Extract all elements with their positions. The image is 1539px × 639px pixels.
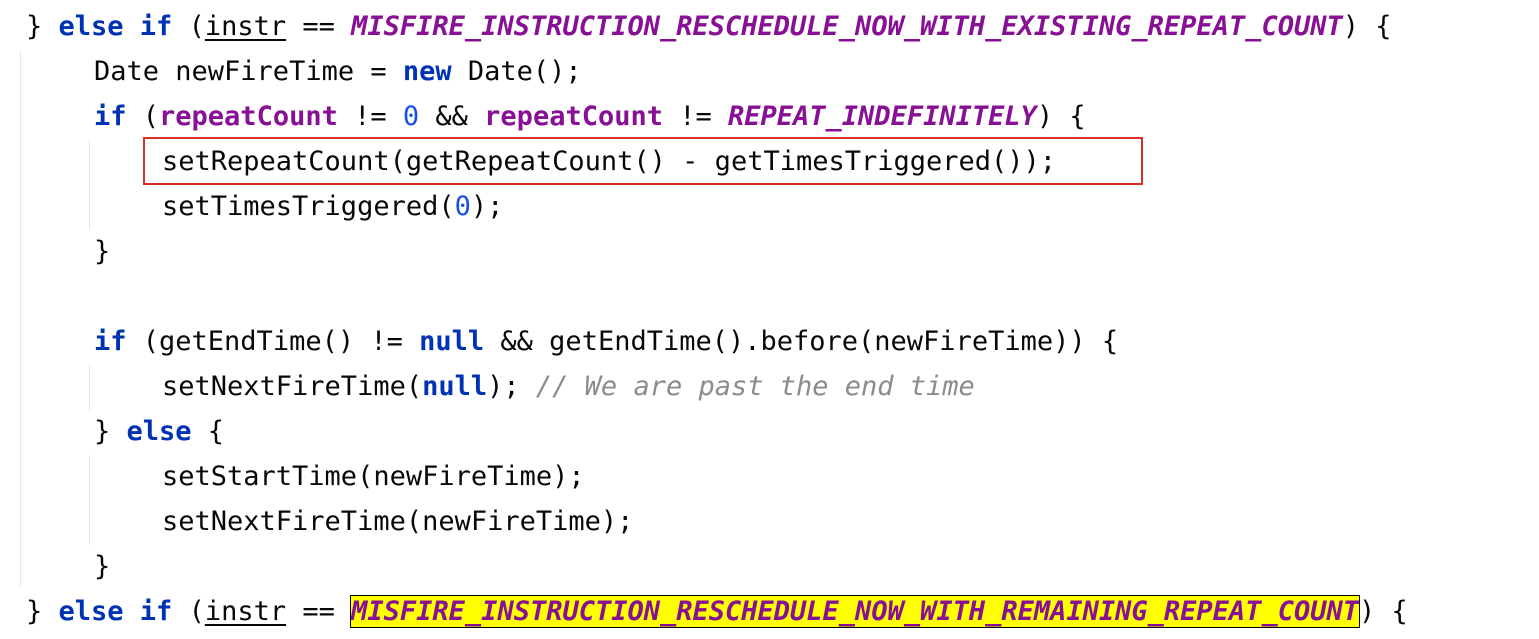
code-field: repeatCount — [159, 101, 338, 132]
code-variable: instr — [204, 11, 287, 42]
indent-guide — [20, 50, 21, 587]
code-token: setNextFireTime( — [162, 371, 423, 402]
code-field: repeatCount — [484, 101, 663, 132]
code-token: ) { — [1036, 101, 1086, 132]
code-token: } — [26, 596, 59, 627]
indent-guide — [89, 140, 90, 230]
code-token: == — [286, 11, 352, 42]
code-line[interactable]: setTimesTriggered(0); — [162, 184, 503, 229]
code-token: setNextFireTime(newFireTime); — [162, 506, 634, 537]
code-keyword: if — [94, 101, 127, 132]
code-token: } — [26, 11, 59, 42]
code-token: { — [191, 416, 225, 447]
code-line[interactable]: } else { — [94, 409, 224, 454]
code-token: Date newFireTime = — [94, 56, 403, 87]
code-token: ( — [172, 596, 205, 627]
code-keyword: null — [422, 371, 488, 402]
code-token: != — [337, 101, 403, 132]
code-token: ( — [172, 11, 205, 42]
code-keyword: else if — [58, 11, 173, 42]
code-token: (getEndTime() != — [126, 326, 420, 357]
code-keyword: else if — [58, 596, 173, 627]
code-token: setTimesTriggered( — [162, 191, 455, 222]
annotation-box — [143, 137, 1143, 185]
code-line[interactable]: if (repeatCount != 0 && repeatCount != R… — [94, 94, 1086, 139]
code-line[interactable]: Date newFireTime = new Date(); — [94, 49, 582, 94]
code-line[interactable]: } else if (instr == MISFIRE_INSTRUCTION_… — [26, 4, 1392, 49]
code-variable: instr — [204, 596, 287, 627]
indent-guide — [89, 455, 90, 545]
code-token: && getEndTime().before(newFireTime)) { — [484, 326, 1119, 357]
code-token: ); — [470, 191, 504, 222]
code-token: ); — [487, 371, 536, 402]
code-line[interactable]: } else if (instr == MISFIRE_INSTRUCTION_… — [26, 589, 1408, 634]
code-line[interactable]: } — [94, 544, 110, 589]
code-line[interactable]: setStartTime(newFireTime); — [162, 454, 585, 499]
code-keyword: else — [126, 416, 192, 447]
code-line[interactable]: setNextFireTime(null); // We are past th… — [162, 364, 975, 409]
code-line[interactable]: } — [94, 229, 110, 274]
search-highlight: MISFIRE_INSTRUCTION_RESCHEDULE_NOW_WITH_… — [350, 595, 1360, 628]
code-token: } — [94, 236, 111, 267]
code-line[interactable]: if (getEndTime() != null && getEndTime()… — [94, 319, 1118, 364]
code-number: 0 — [454, 191, 471, 222]
code-token: setStartTime(newFireTime); — [162, 461, 585, 492]
code-token: && — [419, 101, 485, 132]
code-constant: MISFIRE_INSTRUCTION_RESCHEDULE_NOW_WITH_… — [351, 11, 1343, 42]
code-constant: REPEAT_INDEFINITELY — [728, 101, 1037, 132]
code-token: } — [94, 551, 111, 582]
code-comment: // We are past the end time — [535, 371, 975, 402]
code-number: 0 — [402, 101, 420, 132]
code-line[interactable]: setNextFireTime(newFireTime); — [162, 499, 633, 544]
code-token: == — [286, 596, 352, 627]
code-token: Date(); — [451, 56, 582, 87]
code-token: != — [662, 101, 729, 132]
code-token: } — [94, 416, 127, 447]
indent-guide — [89, 365, 90, 410]
code-keyword: null — [419, 326, 485, 357]
code-keyword: if — [94, 326, 127, 357]
code-token: ( — [126, 101, 160, 132]
code-keyword: new — [402, 56, 452, 87]
code-token: ) { — [1342, 11, 1392, 42]
code-editor[interactable]: } else if (instr == MISFIRE_INSTRUCTION_… — [0, 0, 1539, 639]
code-token: ) { — [1358, 596, 1408, 627]
